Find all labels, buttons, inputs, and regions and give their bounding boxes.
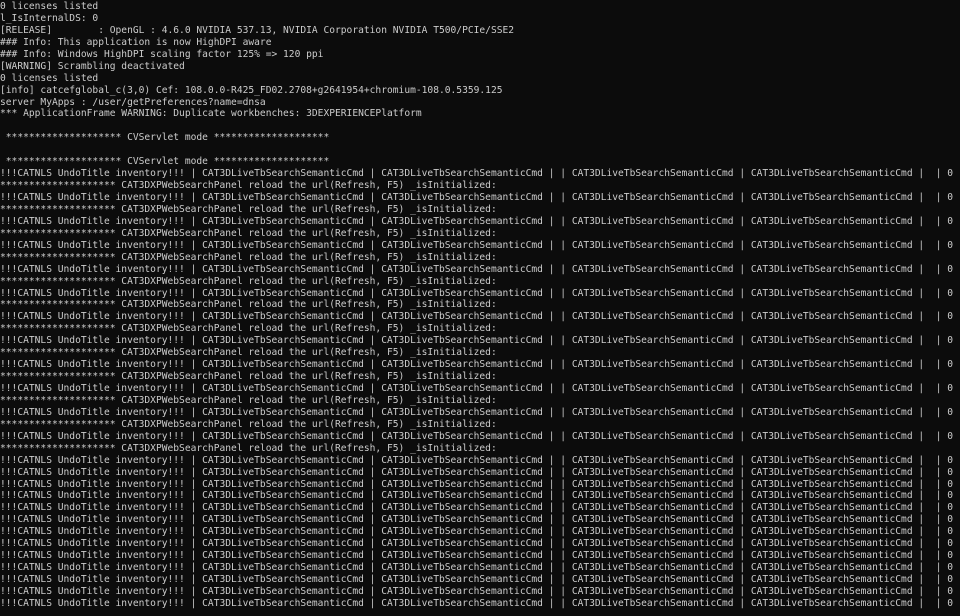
console-output[interactable]: 0 licenses listed l_IsInternalDS: 0 [REL…: [0, 0, 960, 616]
console-line: ******************** CAT3DXPWebSearchPan…: [0, 275, 497, 287]
console-line: !!!CATNLS UndoTitle inventory!!! | CAT3D…: [0, 574, 960, 585]
console-line: [WARNING] Scrambling deactivated: [0, 60, 185, 72]
console-line: ******************** CAT3DXPWebSearchPan…: [0, 347, 497, 359]
console-line: server MyApps : /user/getPreferences?nam…: [0, 96, 266, 108]
console-line: !!!CATNLS UndoTitle inventory!!! | CAT3D…: [0, 454, 960, 466]
console-line: !!!CATNLS UndoTitle inventory!!! | CAT3D…: [0, 502, 960, 514]
console-line: !!!CATNLS UndoTitle inventory!!! | CAT3D…: [0, 550, 960, 562]
console-line: !!!CATNLS UndoTitle inventory!!! | CAT3D…: [0, 287, 960, 299]
console-line: [info] catcefglobal_c(3,0) Cef: 108.0.0-…: [0, 84, 503, 96]
console-line: !!!CATNLS UndoTitle inventory!!! | CAT3D…: [0, 514, 960, 526]
console-line: !!!CATNLS UndoTitle inventory!!! | CAT3D…: [0, 359, 960, 371]
console-line: ******************** CAT3DXPWebSearchPan…: [0, 299, 497, 311]
console-line: !!!CATNLS UndoTitle inventory!!! | CAT3D…: [0, 585, 960, 597]
console-line: ### Info: Windows HighDPI scaling factor…: [0, 48, 324, 60]
console-line: l_IsInternalDS: 0: [0, 12, 99, 24]
console-line: !!!CATNLS UndoTitle inventory!!! | CAT3D…: [0, 239, 960, 251]
console-line: !!!CATNLS UndoTitle inventory!!! | CAT3D…: [0, 597, 960, 609]
console-line: 0 licenses listed: [0, 1, 99, 12]
console-line: ******************** CVServlet mode ****…: [0, 132, 330, 144]
console-line: [RELEASE] : OpenGL : 4.6.0 NVIDIA 537.13…: [0, 24, 515, 36]
console-line: ******************** CAT3DXPWebSearchPan…: [0, 227, 497, 239]
console-line: !!!CATNLS UndoTitle inventory!!! | CAT3D…: [0, 215, 960, 227]
console-line: *** ApplicationFrame WARNING: Duplicate …: [0, 108, 422, 120]
console-line: !!!CATNLS UndoTitle inventory!!! | CAT3D…: [0, 168, 960, 180]
console-line: ******************** CAT3DXPWebSearchPan…: [0, 323, 497, 335]
console-line: !!!CATNLS UndoTitle inventory!!! | CAT3D…: [0, 538, 960, 550]
console-line: 0 licenses listed: [0, 72, 99, 84]
console-line: ******************** CAT3DXPWebSearchPan…: [0, 371, 497, 383]
console-line: !!!CATNLS UndoTitle inventory!!! | CAT3D…: [0, 430, 960, 442]
console-line: !!!CATNLS UndoTitle inventory!!! | CAT3D…: [0, 526, 960, 538]
console-line: ******************** CAT3DXPWebSearchPan…: [0, 394, 497, 406]
console-line: !!!CATNLS UndoTitle inventory!!! | CAT3D…: [0, 311, 960, 323]
console-line: !!!CATNLS UndoTitle inventory!!! | CAT3D…: [0, 466, 960, 478]
console-line: !!!CATNLS UndoTitle inventory!!! | CAT3D…: [0, 490, 960, 502]
console-line: ******************** CAT3DXPWebSearchPan…: [0, 251, 497, 263]
console-line: !!!CATNLS UndoTitle inventory!!! | CAT3D…: [0, 192, 960, 203]
console-line: !!!CATNLS UndoTitle inventory!!! | CAT3D…: [0, 406, 960, 418]
console-line: !!!CATNLS UndoTitle inventory!!! | CAT3D…: [0, 562, 960, 574]
console-line: ******************** CAT3DXPWebSearchPan…: [0, 180, 497, 192]
console-line: ******************** CAT3DXPWebSearchPan…: [0, 418, 497, 430]
console-line: !!!CATNLS UndoTitle inventory!!! | CAT3D…: [0, 335, 960, 347]
console-line: ### Info: This application is now HighDP…: [0, 36, 272, 48]
console-line: ******************** CAT3DXPWebSearchPan…: [0, 203, 497, 215]
console-line: ******************** CAT3DXPWebSearchPan…: [0, 442, 497, 454]
console-line: !!!CATNLS UndoTitle inventory!!! | CAT3D…: [0, 383, 960, 394]
console-line: !!!CATNLS UndoTitle inventory!!! | CAT3D…: [0, 263, 960, 275]
console-line: ******************** CVServlet mode ****…: [0, 156, 330, 168]
console-line: !!!CATNLS UndoTitle inventory!!! | CAT3D…: [0, 478, 960, 490]
